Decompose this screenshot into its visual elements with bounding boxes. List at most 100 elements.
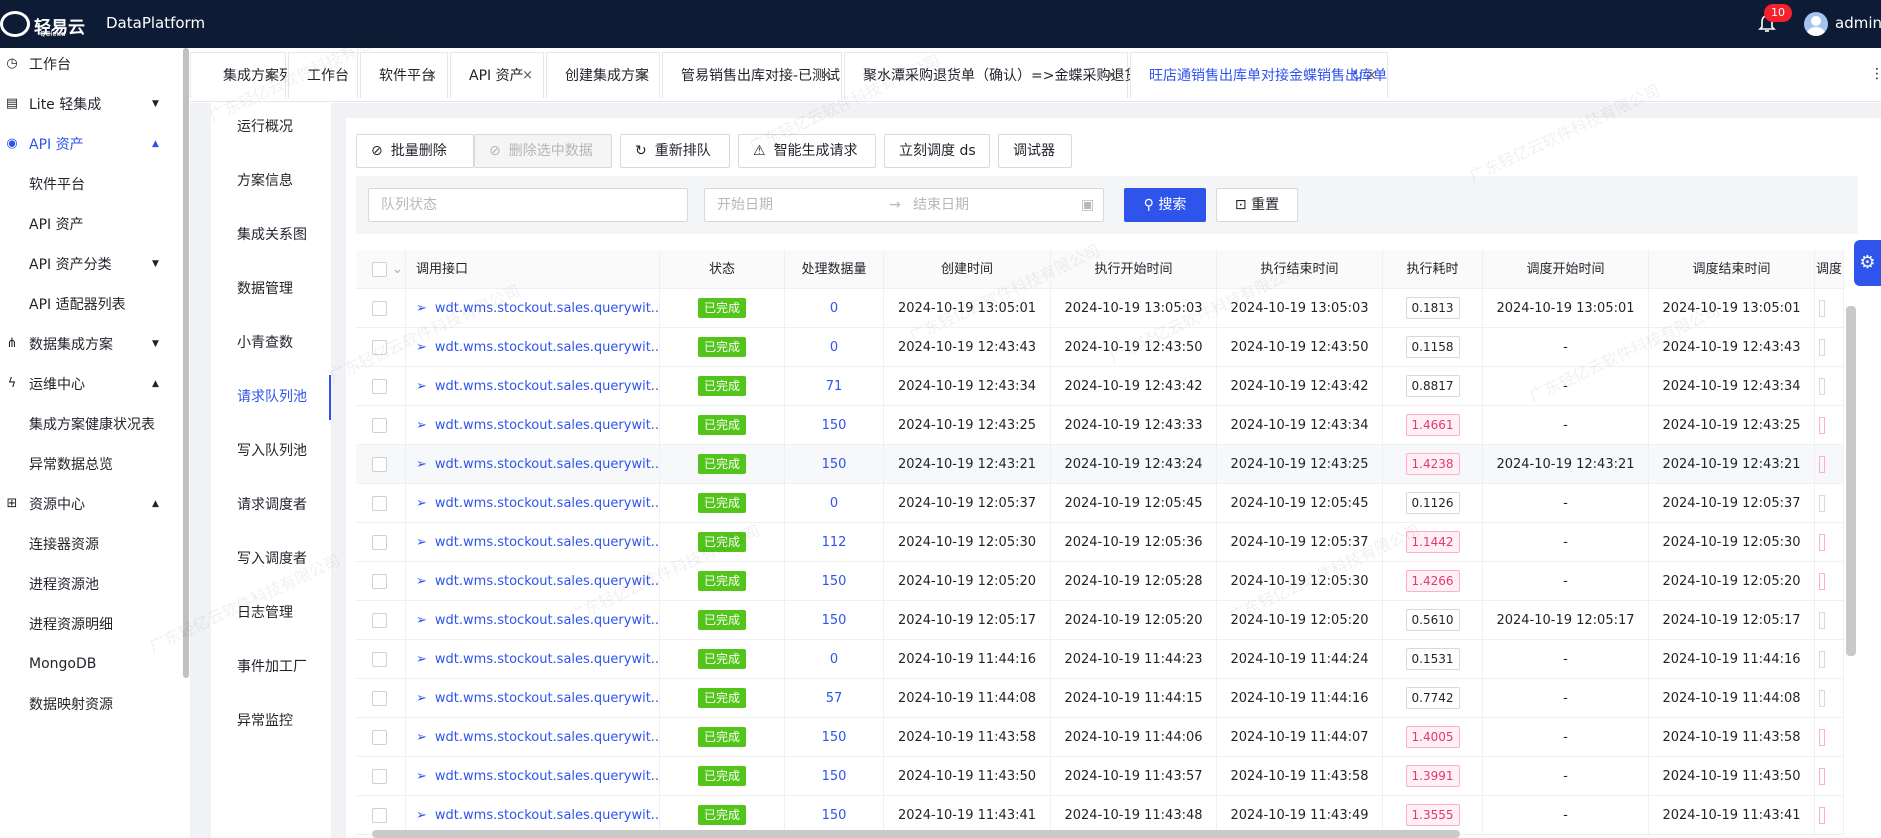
column-header[interactable]: 执行开始时间 <box>1051 250 1217 289</box>
row-checkbox[interactable] <box>372 652 387 667</box>
sidebar-scrollbar[interactable] <box>183 48 189 678</box>
close-icon[interactable]: × <box>638 53 649 99</box>
processed-count[interactable]: 150 <box>822 574 847 589</box>
column-header[interactable]: 调度结束时间 <box>1649 250 1815 289</box>
table-row[interactable]: ➢ wdt.wms.stockout.sales.querywit... 已完成 15… <box>356 445 1844 484</box>
user-name[interactable]: admin <box>1835 14 1881 32</box>
subnav-item[interactable]: 日志管理 <box>237 591 331 636</box>
column-header[interactable]: 执行耗时 <box>1383 250 1483 289</box>
processed-count[interactable]: 0 <box>830 301 838 316</box>
subnav-item[interactable]: 异常监控 <box>237 699 331 744</box>
processed-count[interactable]: 150 <box>822 808 847 823</box>
close-icon[interactable]: × <box>522 53 533 99</box>
processed-count[interactable]: 57 <box>826 691 843 706</box>
reload-icon[interactable]: ↻ <box>1351 53 1363 99</box>
table-row[interactable]: ➢ wdt.wms.stockout.sales.querywit... 已完成 0 2… <box>356 640 1844 679</box>
subnav-item[interactable]: 运行概况 <box>237 105 331 150</box>
processed-count[interactable]: 150 <box>822 730 847 745</box>
reset-button[interactable]: ⊡ 重置 <box>1216 188 1298 222</box>
subnav-item[interactable]: 事件加工厂 <box>237 645 331 690</box>
table-row[interactable]: ➢ wdt.wms.stockout.sales.querywit... 已完成 71… <box>356 367 1844 406</box>
tab-7[interactable]: 旺店通销售出库单对接金蝶销售出库单 ↻ × <box>1130 52 1388 98</box>
chevron-up-icon[interactable]: ▲ <box>152 379 159 389</box>
tab-3[interactable]: API 资产 × <box>450 52 544 98</box>
close-icon[interactable]: × <box>264 53 275 99</box>
table-row[interactable]: ➢ wdt.wms.stockout.sales.querywit... 已完成 0 2… <box>356 289 1844 328</box>
api-link[interactable]: wdt.wms.stockout.sales.querywit... <box>435 808 659 823</box>
column-header[interactable]: 调度开始时间 <box>1483 250 1649 289</box>
api-link[interactable]: wdt.wms.stockout.sales.querywit... <box>435 340 659 355</box>
row-checkbox[interactable] <box>372 535 387 550</box>
processed-count[interactable]: 71 <box>826 379 843 394</box>
chevron-down-icon[interactable]: ▼ <box>152 339 159 349</box>
requeue-button[interactable]: ↻ 重新排队 <box>620 134 730 168</box>
chevron-up-icon[interactable]: ▲ <box>152 139 159 149</box>
subnav-item[interactable]: 数据管理 <box>237 267 331 312</box>
api-link[interactable]: wdt.wms.stockout.sales.querywit... <box>435 613 659 628</box>
more-icon[interactable]: ⋮ <box>1870 66 1881 82</box>
avatar[interactable] <box>1804 12 1828 36</box>
api-link[interactable]: wdt.wms.stockout.sales.querywit... <box>435 652 659 667</box>
search-button[interactable]: ⚲ 搜索 <box>1124 188 1206 222</box>
end-date-input[interactable]: 结束日期 <box>913 189 969 221</box>
api-link[interactable]: wdt.wms.stockout.sales.querywit... <box>435 769 659 784</box>
table-row[interactable]: ➢ wdt.wms.stockout.sales.querywit... 已完成 15… <box>356 406 1844 445</box>
api-link[interactable]: wdt.wms.stockout.sales.querywit... <box>435 535 659 550</box>
date-range-picker[interactable]: 开始日期 → 结束日期 ▣ <box>704 188 1104 222</box>
subnav-item[interactable]: 写入调度者 <box>237 537 331 582</box>
tab-5[interactable]: 管易销售出库对接-已测试 × <box>662 52 842 98</box>
row-checkbox[interactable] <box>372 301 387 316</box>
delete-selected-button[interactable]: ⊘ 删除选中数据 <box>474 134 612 168</box>
tab-6[interactable]: 聚水潭采购退货单（确认）=>金蝶采购退货单 × <box>844 52 1152 99</box>
subnav-item[interactable]: 集成关系图 <box>237 213 331 258</box>
start-date-input[interactable]: 开始日期 <box>717 197 773 213</box>
chevron-down-icon[interactable]: ▼ <box>152 259 159 269</box>
vertical-scrollbar[interactable] <box>1846 306 1856 656</box>
chevron-down-icon[interactable]: ⌄ <box>392 250 403 289</box>
column-header[interactable]: 处理数据量 <box>785 250 884 289</box>
batch-delete-button[interactable]: ⊘ 批量删除 <box>356 134 474 168</box>
table-row[interactable]: ➢ wdt.wms.stockout.sales.querywit... 已完成 15… <box>356 562 1844 601</box>
row-checkbox[interactable] <box>372 340 387 355</box>
tab-1[interactable]: 工作台 <box>288 52 358 98</box>
subnav-item[interactable]: 方案信息 <box>237 159 331 204</box>
api-link[interactable]: wdt.wms.stockout.sales.querywit... <box>435 379 659 394</box>
sidebar-item[interactable]: 数据映射资源 <box>0 680 183 728</box>
row-checkbox[interactable] <box>372 691 387 706</box>
table-row[interactable]: ➢ wdt.wms.stockout.sales.querywit... 已完成 0 2… <box>356 328 1844 367</box>
table-row[interactable]: ➢ wdt.wms.stockout.sales.querywit... 已完成 11… <box>356 523 1844 562</box>
tab-4[interactable]: 创建集成方案 × <box>546 52 660 98</box>
queue-status-select[interactable]: 队列状态 <box>368 188 688 222</box>
processed-count[interactable]: 150 <box>822 769 847 784</box>
api-link[interactable]: wdt.wms.stockout.sales.querywit... <box>435 496 659 511</box>
debugger-button[interactable]: 调试器 <box>998 134 1072 168</box>
settings-gear-icon[interactable]: ⚙ <box>1854 240 1881 286</box>
row-checkbox[interactable] <box>372 808 387 823</box>
close-icon[interactable]: × <box>1106 53 1117 99</box>
table-row[interactable]: ➢ wdt.wms.stockout.sales.querywit... 已完成 15… <box>356 757 1844 796</box>
processed-count[interactable]: 112 <box>822 535 847 550</box>
row-checkbox[interactable] <box>372 730 387 745</box>
horizontal-scrollbar[interactable] <box>372 830 1460 838</box>
subnav-item[interactable]: 写入队列池 <box>237 429 331 474</box>
api-link[interactable]: wdt.wms.stockout.sales.querywit... <box>435 730 659 745</box>
row-checkbox[interactable] <box>372 613 387 628</box>
subnav-item[interactable]: 请求队列池 <box>237 375 331 420</box>
smart-generate-button[interactable]: ⚠ 智能生成请求 <box>738 134 876 168</box>
row-checkbox[interactable] <box>372 379 387 394</box>
close-icon[interactable]: × <box>820 53 831 99</box>
row-checkbox[interactable] <box>372 574 387 589</box>
processed-count[interactable]: 0 <box>830 652 838 667</box>
api-link[interactable]: wdt.wms.stockout.sales.querywit... <box>435 691 659 706</box>
api-link[interactable]: wdt.wms.stockout.sales.querywit... <box>435 574 659 589</box>
processed-count[interactable]: 0 <box>830 340 838 355</box>
close-icon[interactable]: × <box>426 53 437 99</box>
dispatch-now-button[interactable]: 立刻调度 ds <box>884 134 990 168</box>
chevron-down-icon[interactable]: ▼ <box>152 99 159 109</box>
column-header[interactable]: 状态 <box>660 250 785 289</box>
close-icon[interactable]: × <box>1366 53 1377 99</box>
select-all-checkbox[interactable] <box>372 262 387 277</box>
row-checkbox[interactable] <box>372 457 387 472</box>
processed-count[interactable]: 150 <box>822 457 847 472</box>
table-row[interactable]: ➢ wdt.wms.stockout.sales.querywit... 已完成 15… <box>356 718 1844 757</box>
